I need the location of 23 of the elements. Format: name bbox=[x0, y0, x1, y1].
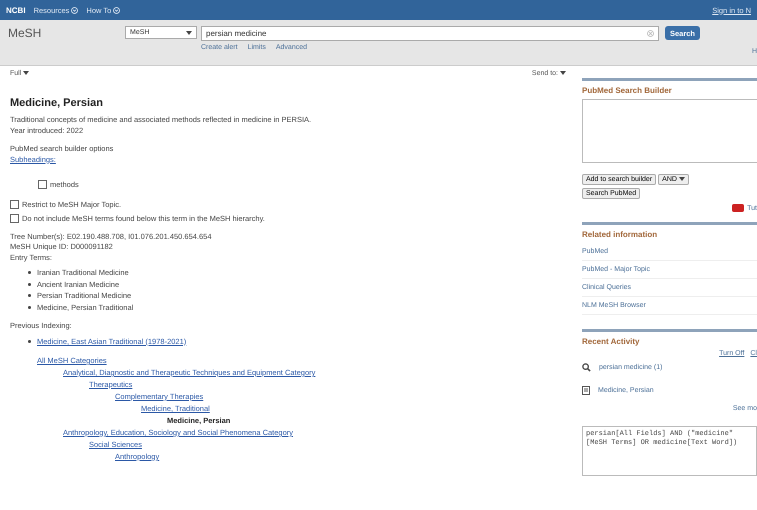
section-title: PubMed Search Builder bbox=[582, 86, 673, 95]
circled-caret-icon bbox=[113, 6, 120, 14]
clear-icon[interactable] bbox=[647, 30, 654, 37]
bullet-icon bbox=[28, 282, 31, 286]
bullet-icon bbox=[28, 306, 31, 309]
section-title: Recent Activity bbox=[582, 337, 640, 346]
bullet-icon bbox=[28, 294, 31, 298]
record-title: Medicine, Persian bbox=[10, 97, 104, 109]
circled-caret-icon bbox=[71, 6, 78, 14]
database-title: MeSH bbox=[8, 26, 42, 42]
ncbi-logo[interactable]: NCBI bbox=[6, 6, 26, 14]
caret-icon bbox=[678, 177, 685, 181]
bullet-icon bbox=[28, 340, 31, 343]
search-field[interactable]: persian medicine bbox=[201, 26, 659, 41]
search-builder-box[interactable] bbox=[582, 99, 757, 163]
caret-icon bbox=[560, 71, 566, 75]
bullet-icon bbox=[28, 271, 31, 274]
dropdown-caret-icon bbox=[186, 30, 192, 34]
document-icon bbox=[582, 386, 590, 395]
search-icon bbox=[582, 363, 591, 372]
caret-icon bbox=[23, 71, 30, 75]
section-title: Related information bbox=[582, 230, 658, 239]
video-icon bbox=[732, 204, 744, 212]
